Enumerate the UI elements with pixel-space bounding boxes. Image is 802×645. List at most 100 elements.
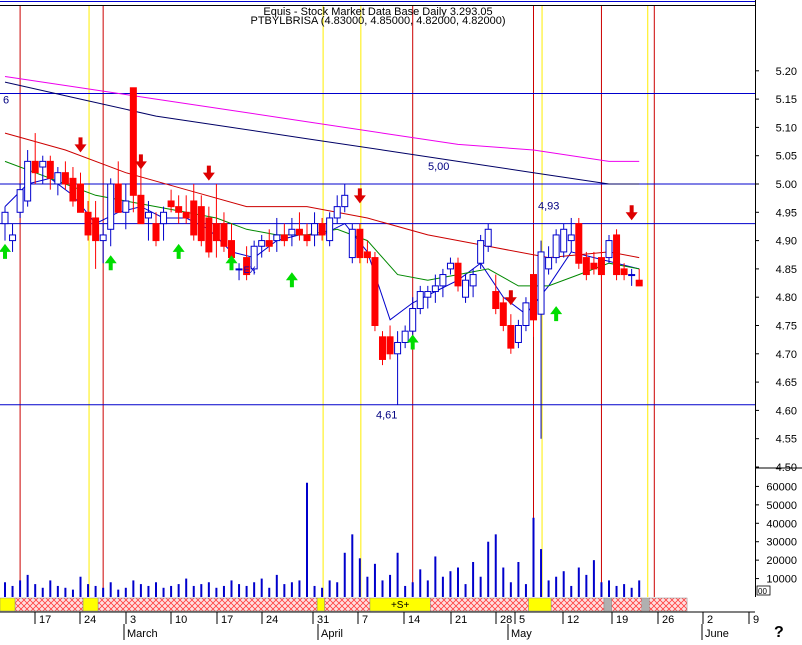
candle-body [552,234,560,259]
candle-body [620,268,628,276]
level-label: 4,61 [376,410,397,422]
candle-body [341,194,349,208]
date-tick-label: 24 [84,614,96,626]
candle-body [326,217,334,242]
timeline-segment [649,597,688,612]
candle-body [348,228,356,259]
price-tick-label: 4.95 [776,207,797,219]
candle-body [24,160,32,202]
candle-body [190,200,198,236]
price-tick-label: 5.15 [776,94,797,106]
date-tick-label: 5 [519,614,525,626]
candle-body [182,211,190,219]
timeline-segment [550,597,605,612]
candle-body [590,262,598,270]
date-tick-label: 14 [408,614,420,626]
timeline-segment [603,597,612,612]
date-tick-label: 3 [130,614,136,626]
price-tick-label: 4.75 [776,321,797,333]
candle-body [356,228,364,259]
candle-body [318,223,326,236]
volume-tick-label: 30000 [766,537,797,549]
month-label: March [127,628,158,640]
volume-tick-label: 50000 [766,500,797,512]
price-tick-label: 5.10 [776,122,797,134]
candle-body [84,211,92,236]
candle-body [265,240,273,247]
candle-body [386,336,394,355]
timeline-corner-label: 00 [758,587,767,596]
candle-body [212,223,220,242]
candle-body [258,240,266,247]
timeline-label: +S+ [391,600,410,611]
candle-body [635,279,643,287]
candle-body [499,302,507,326]
price-tick-label: 4.70 [776,349,797,361]
candle-body [469,274,477,287]
candle-body [454,262,462,287]
candle-body [477,240,485,264]
date-tick-label: 24 [266,614,278,626]
candle-body [280,234,288,242]
candle-body [613,234,621,276]
volume-tick-label: 60000 [766,481,797,493]
candle-body [401,330,409,343]
candle-body [69,177,77,202]
candle-body [439,274,447,287]
volume-tick-label: 40000 [766,518,797,530]
candle-body [99,234,107,242]
date-tick-label: 10 [175,614,187,626]
month-label: May [511,628,532,640]
candle-body [507,325,515,349]
timeline-segment [0,597,16,612]
candle-body [409,308,417,332]
stock-chart: 6 5,00 4,93 4,61 EX +S+ 00 5.20 5.15 5.10 5.05 5… [0,0,802,641]
candle-body [175,206,183,213]
date-tick-label: 21 [455,614,467,626]
price-tick-label: 4.65 [776,377,797,389]
timeline-segment [528,597,552,612]
date-tick-label: 19 [616,614,628,626]
help-button[interactable]: ? [774,624,784,641]
candle-body [514,325,522,343]
price-tick-label: 4.60 [776,405,797,417]
date-tick-label: 28 [500,614,512,626]
price-tick-label: 5.20 [776,66,797,78]
level-label: 4,93 [538,201,559,213]
candle-body [303,234,311,242]
month-label: April [321,628,343,640]
candle-body [560,228,568,253]
candle-body [416,291,424,310]
candle-body [371,257,379,326]
timeline-segment [430,597,529,612]
candle-body [77,183,84,213]
candle-body [167,200,175,208]
price-axis: 5.20 5.15 5.10 5.05 5.00 4.95 4.90 4.85 4.80 4.75… [755,0,802,597]
price-tick-label: 4.80 [776,292,797,304]
month-label: June [705,628,729,640]
candle-body [228,240,235,259]
candle-body [107,183,115,230]
candle-body [311,223,319,236]
candle-body [295,228,303,236]
timeline-segment [97,597,318,612]
candle-body [16,189,24,213]
candle-body [567,234,575,242]
candle-body [537,251,545,315]
date-tick-label: 2 [707,614,713,626]
date-tick-label: 7 [362,614,368,626]
price-tick-label: 5.00 [776,179,797,191]
level-label: 5,00 [428,161,449,173]
price-tick-label: 4.55 [776,434,797,446]
candle-body [137,194,145,225]
candle-body [394,341,402,355]
candle-body [61,172,69,185]
date-tick-label: 17 [221,614,233,626]
date-tick-label: 12 [567,614,579,626]
candle-body [462,279,470,298]
price-tick-label: 5.05 [776,151,797,163]
candle-body [160,211,168,225]
candle-body [54,172,62,185]
timeline-segment [14,597,84,612]
candle-body [379,336,386,360]
